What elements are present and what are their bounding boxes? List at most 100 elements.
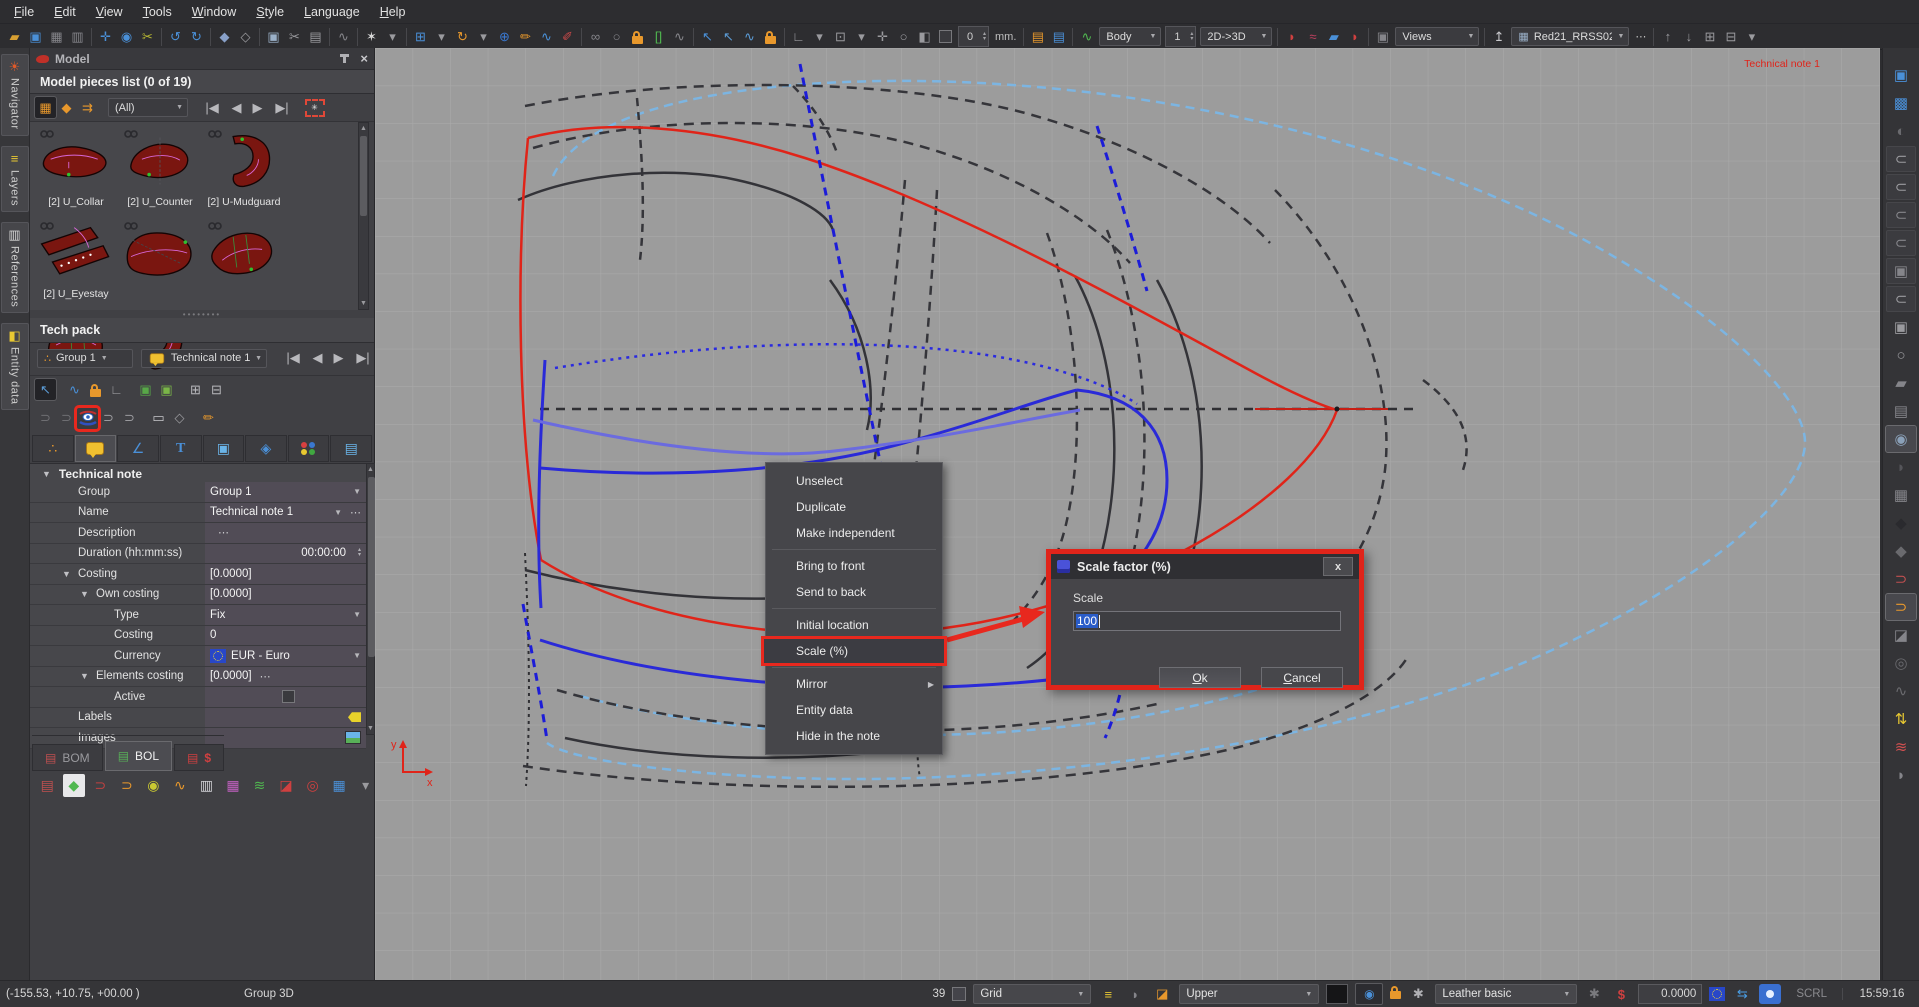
shape-red-icon[interactable]: ◪ [275,774,298,797]
tab-image[interactable]: ▣ [203,435,245,462]
chevron-down-icon[interactable]: ▼ [353,487,361,496]
status-checkbox[interactable] [952,987,966,1001]
shoe-arrows-icon[interactable]: ⇅ [1886,706,1916,732]
context-menu-item-bring-to-front[interactable]: Bring to front [766,553,942,579]
property-label-cell[interactable]: ▼Own costing [30,585,205,605]
locate-piece-icon[interactable]: ✳ [304,97,325,118]
export-green-icon[interactable]: ◆ [63,774,86,797]
spin-down-icon[interactable]: ▾ [983,37,986,42]
property-value-cell[interactable]: [0.0000]⋯ [205,667,366,687]
lock-tool-icon[interactable] [85,379,106,400]
piece-remove-icon[interactable]: ⊃ [56,408,77,429]
views-dropdown[interactable]: Views▼ [1395,27,1479,46]
scroll-down-icon[interactable]: ▼ [359,298,368,309]
shoe-dark-icon[interactable]: ◗ [1886,454,1916,480]
select-multi-icon[interactable]: ↖ [697,26,718,47]
green-brackets-icon[interactable]: [] [648,26,669,47]
windows-icon[interactable]: ▣ [1886,62,1916,88]
grid-color-icon[interactable]: ▦ [222,774,245,797]
sync-arrows-icon[interactable]: ⇆ [1732,984,1752,1004]
canvas-note-label[interactable]: Technical note 1 [1744,58,1820,70]
view-piece-icon[interactable]: ◆ [56,97,77,118]
curve-tool-icon[interactable]: ∿ [64,379,85,400]
scroll-down-icon[interactable]: ▼ [367,723,374,734]
technical-note-section[interactable]: ▼ Technical note [30,463,366,484]
report-shoe-icon[interactable]: ▤ [36,774,59,797]
sidebar-tab-references[interactable]: ▥References [1,222,29,313]
open-file-icon[interactable]: ▰ [4,26,25,47]
menu-item-language[interactable]: Language [294,2,370,22]
overflow-caret-icon[interactable]: ▾ [1741,26,1762,47]
ruler-add-icon[interactable]: ⊞ [410,26,431,47]
undo-icon[interactable]: ↺ [165,26,186,47]
spinner-arrows-icon[interactable]: ▴▾ [981,32,988,42]
grid-transfer-icon[interactable]: ▦ [1886,482,1916,508]
group-dropdown[interactable]: ∴ Group 1 ▼ [37,349,133,368]
piece-orange-icon[interactable]: ⊃ [116,774,139,797]
chevron-down-icon[interactable]: ▼ [353,651,361,660]
property-label-cell[interactable]: Name [30,503,205,523]
bottom-tab-bol[interactable]: ▤BOL [105,741,172,771]
offset-stepper[interactable]: 0▴▾ [958,26,989,47]
move-icon[interactable]: ✛ [872,26,893,47]
copy-icon[interactable]: ▣ [263,26,284,47]
menu-item-style[interactable]: Style [246,2,294,22]
bottom-tab-bom[interactable]: ▤BOM [32,744,103,771]
lock-icon[interactable] [760,26,781,47]
arrow-up-icon[interactable]: ↑ [1657,26,1678,47]
shoe-gray-icon[interactable]: ◗ [1886,762,1916,788]
currency-icon[interactable] [1709,987,1725,1001]
dialog-titlebar[interactable]: Scale factor (%) x [1051,554,1359,579]
property-label-cell[interactable]: Duration (hh:mm:ss) [30,544,205,564]
scale-input[interactable]: 100 [1073,611,1341,631]
select-note-tool-icon[interactable]: ↖ [35,379,56,400]
context-menu-item-entity-data[interactable]: Entity data [766,697,942,723]
piece-frame-icon[interactable]: ▣ [1886,258,1916,284]
chevron-down-icon[interactable]: ▼ [334,508,342,517]
ruler-red-icon[interactable]: ✐ [557,26,578,47]
property-value-cell[interactable]: ⋯ [205,523,366,543]
body-dropdown[interactable]: Body▼ [1099,27,1161,46]
scissors-icon[interactable]: ✂ [284,26,305,47]
piece-add-icon[interactable]: ⊃ [35,408,56,429]
rotate-add-caret-icon[interactable]: ▾ [473,26,494,47]
tab-text[interactable]: T [160,435,202,462]
piece-redblue-icon[interactable]: ⊃ [89,774,112,797]
context-menu-item-initial-location[interactable]: Initial location [766,612,942,638]
rectangle-tool-icon[interactable]: ▭ [148,408,169,429]
cost-value[interactable]: 0.0000 [1638,984,1702,1004]
rotate-free-icon[interactable]: ○ [893,26,914,47]
more-caret-icon[interactable]: ▾ [354,774,377,797]
piece-thumbnail[interactable] [204,216,284,308]
spline-icon[interactable]: ∿ [333,26,354,47]
sphere-icon[interactable]: ⊕ [494,26,515,47]
pin-icon[interactable] [343,54,346,63]
shoe-red-icon[interactable]: ◗ [1344,26,1365,47]
rotate-add-icon[interactable]: ↻ [452,26,473,47]
more-icon[interactable]: ⋯ [218,526,229,539]
menu-item-edit[interactable]: Edit [44,2,86,22]
scroll-up-icon[interactable]: ▲ [359,123,368,134]
property-label-cell[interactable]: Description [30,523,205,543]
grid-scrollbar[interactable]: ▲ ▼ [366,463,375,735]
lamp-icon[interactable] [1759,984,1781,1004]
sidebar-tab-navigator[interactable]: ☀Navigator [1,54,29,136]
spinner-arrows-icon[interactable]: ▴▾ [1188,32,1195,42]
grid-blue-icon[interactable]: ▦ [328,774,351,797]
shoe-visibility-icon[interactable]: ◉ [1886,426,1916,452]
property-value-cell[interactable] [205,687,366,707]
expand-icon[interactable]: ▼ [80,671,89,681]
zoom-icon[interactable]: ◉ [116,26,137,47]
tab-rotation[interactable]: ◈ [245,435,287,462]
body-curve-icon[interactable]: ∿ [1076,26,1097,47]
capture-icon[interactable]: ▣ [1372,26,1393,47]
menu-item-help[interactable]: Help [370,2,416,22]
nav-last-icon[interactable]: ▶| [268,97,296,118]
point-tools-icon[interactable]: ✶ [361,26,382,47]
circle-yellow-icon[interactable]: ◉ [142,774,165,797]
image-icon[interactable] [345,731,361,744]
layout-add-icon[interactable]: ⊞ [1699,26,1720,47]
node-icon[interactable]: ○ [606,26,627,47]
tab-measures[interactable]: ∠ [117,435,159,462]
property-label-cell[interactable]: Group [30,482,205,502]
